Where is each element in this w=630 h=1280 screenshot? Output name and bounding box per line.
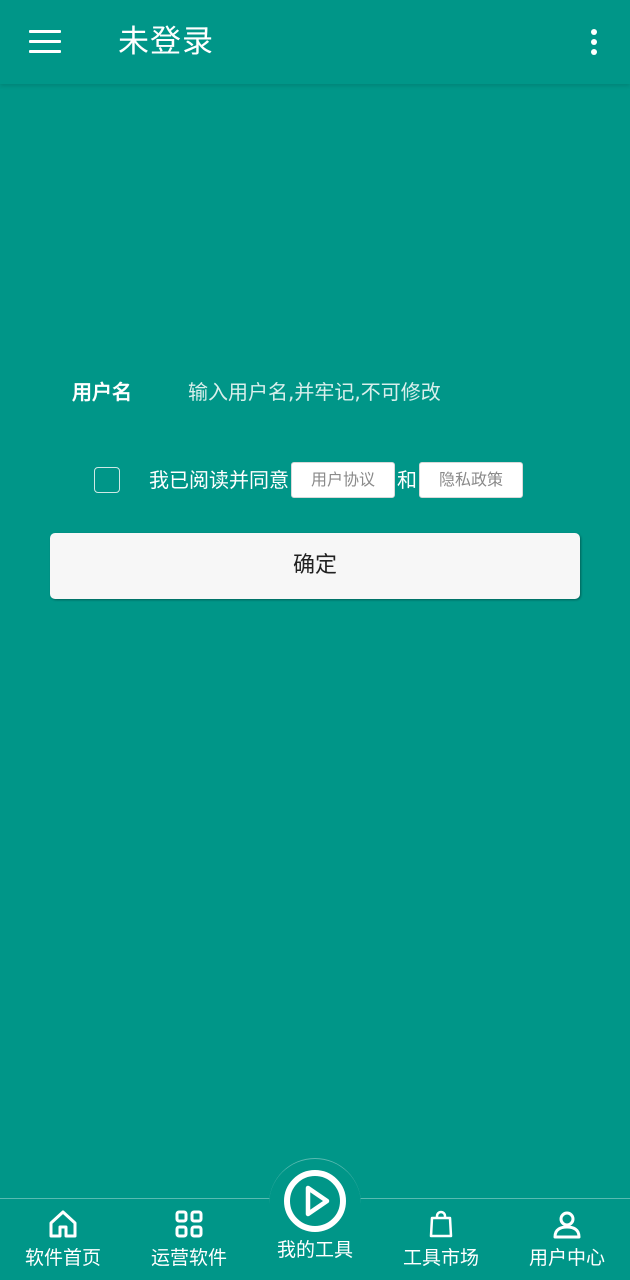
privacy-policy-button[interactable]: 隐私政策 <box>419 462 523 498</box>
nav-label: 我的工具 <box>276 1239 353 1261</box>
user-icon <box>553 1211 581 1239</box>
app-bar: 未登录 <box>0 0 630 84</box>
username-label: 用户名 <box>72 380 132 404</box>
nav-item-tool-market[interactable]: 工具市场 <box>378 1208 504 1278</box>
home-icon <box>49 1210 77 1238</box>
shopping-bag-icon <box>429 1210 453 1238</box>
nav-label: 用户中心 <box>528 1247 605 1269</box>
nav-label: 工具市场 <box>402 1247 479 1269</box>
nav-item-user-center[interactable]: 用户中心 <box>504 1208 630 1278</box>
nav-label: 运营软件 <box>150 1247 227 1269</box>
agree-checkbox[interactable] <box>94 467 120 493</box>
more-vertical-icon[interactable] <box>576 22 612 62</box>
terms-button[interactable]: 用户协议 <box>291 462 395 498</box>
nav-item-operating-software[interactable]: 运营软件 <box>126 1208 252 1278</box>
nav-item-home[interactable]: 软件首页 <box>0 1208 126 1278</box>
username-input[interactable] <box>186 374 570 410</box>
play-circle-icon <box>284 1170 346 1232</box>
page-title: 未登录 <box>118 24 214 60</box>
and-text: 和 <box>397 468 417 492</box>
agree-text: 我已阅读并同意 <box>149 468 289 492</box>
agreement-row: 我已阅读并同意 用户协议 和 隐私政策 <box>94 460 523 500</box>
grid-icon <box>175 1210 203 1238</box>
nav-label: 软件首页 <box>24 1247 101 1269</box>
hamburger-menu-icon[interactable] <box>22 20 68 62</box>
nav-item-my-tools[interactable]: 我的工具 <box>252 1168 378 1278</box>
confirm-button[interactable]: 确定 <box>50 533 580 599</box>
